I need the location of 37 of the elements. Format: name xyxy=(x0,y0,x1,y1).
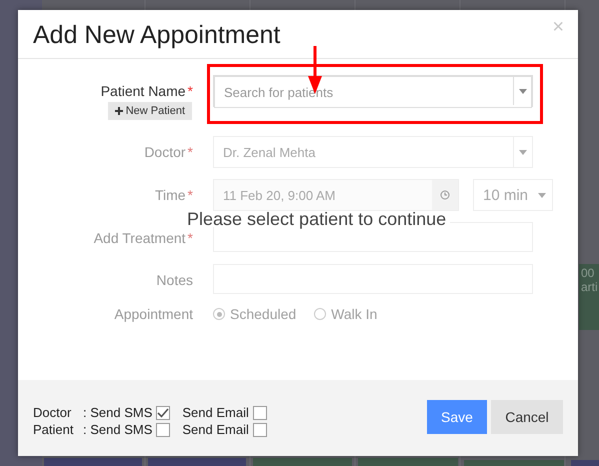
required-mark: * xyxy=(188,229,193,246)
required-mark: * xyxy=(188,143,193,160)
recipient-label: Patient xyxy=(33,422,74,437)
option-label: : Send SMS xyxy=(83,405,152,420)
dialog-title: Add New Appointment xyxy=(33,20,280,50)
field-label: Add Treatment xyxy=(94,229,186,246)
sms-checkbox[interactable] xyxy=(156,422,170,436)
close-button[interactable]: × xyxy=(552,16,564,39)
field-label: Notes xyxy=(156,271,193,288)
recipient-label: Doctor xyxy=(33,405,72,420)
caret-icon xyxy=(538,192,546,198)
save-button[interactable]: Save xyxy=(427,400,487,434)
caret-icon xyxy=(519,88,527,94)
duration-select[interactable]: 10 min xyxy=(473,179,553,211)
field-label: Patient Name xyxy=(100,82,186,99)
required-mark: * xyxy=(188,186,193,203)
option-label: Send Email xyxy=(182,422,249,437)
option-label: : Send SMS xyxy=(83,422,152,437)
sms-checkbox[interactable] xyxy=(156,406,170,420)
email-checkbox[interactable] xyxy=(252,422,267,436)
field-label: Time xyxy=(154,186,186,203)
plus-icon xyxy=(114,107,123,115)
calendar-event[interactable]: 00 arti xyxy=(579,264,599,330)
doctor-select[interactable]: Dr. Zenal Mehta xyxy=(213,136,533,168)
caret-icon xyxy=(519,150,527,154)
radio-option[interactable]: Scheduled xyxy=(213,306,296,322)
field-label: Doctor xyxy=(144,143,186,160)
new-patient-button[interactable]: New Patient xyxy=(108,102,192,120)
radio-option[interactable]: Walk In xyxy=(314,306,378,322)
field-label: Appointment xyxy=(114,306,193,322)
cancel-button[interactable]: Cancel xyxy=(491,400,563,434)
patient-search-field[interactable]: Search for patients xyxy=(214,76,532,108)
email-checkbox[interactable] xyxy=(252,406,267,420)
clock-icon xyxy=(440,190,450,200)
required-mark: * xyxy=(188,82,193,99)
option-label: Send Email xyxy=(182,405,249,420)
time-field[interactable]: 11 Feb 20, 9:00 AM xyxy=(213,179,459,211)
